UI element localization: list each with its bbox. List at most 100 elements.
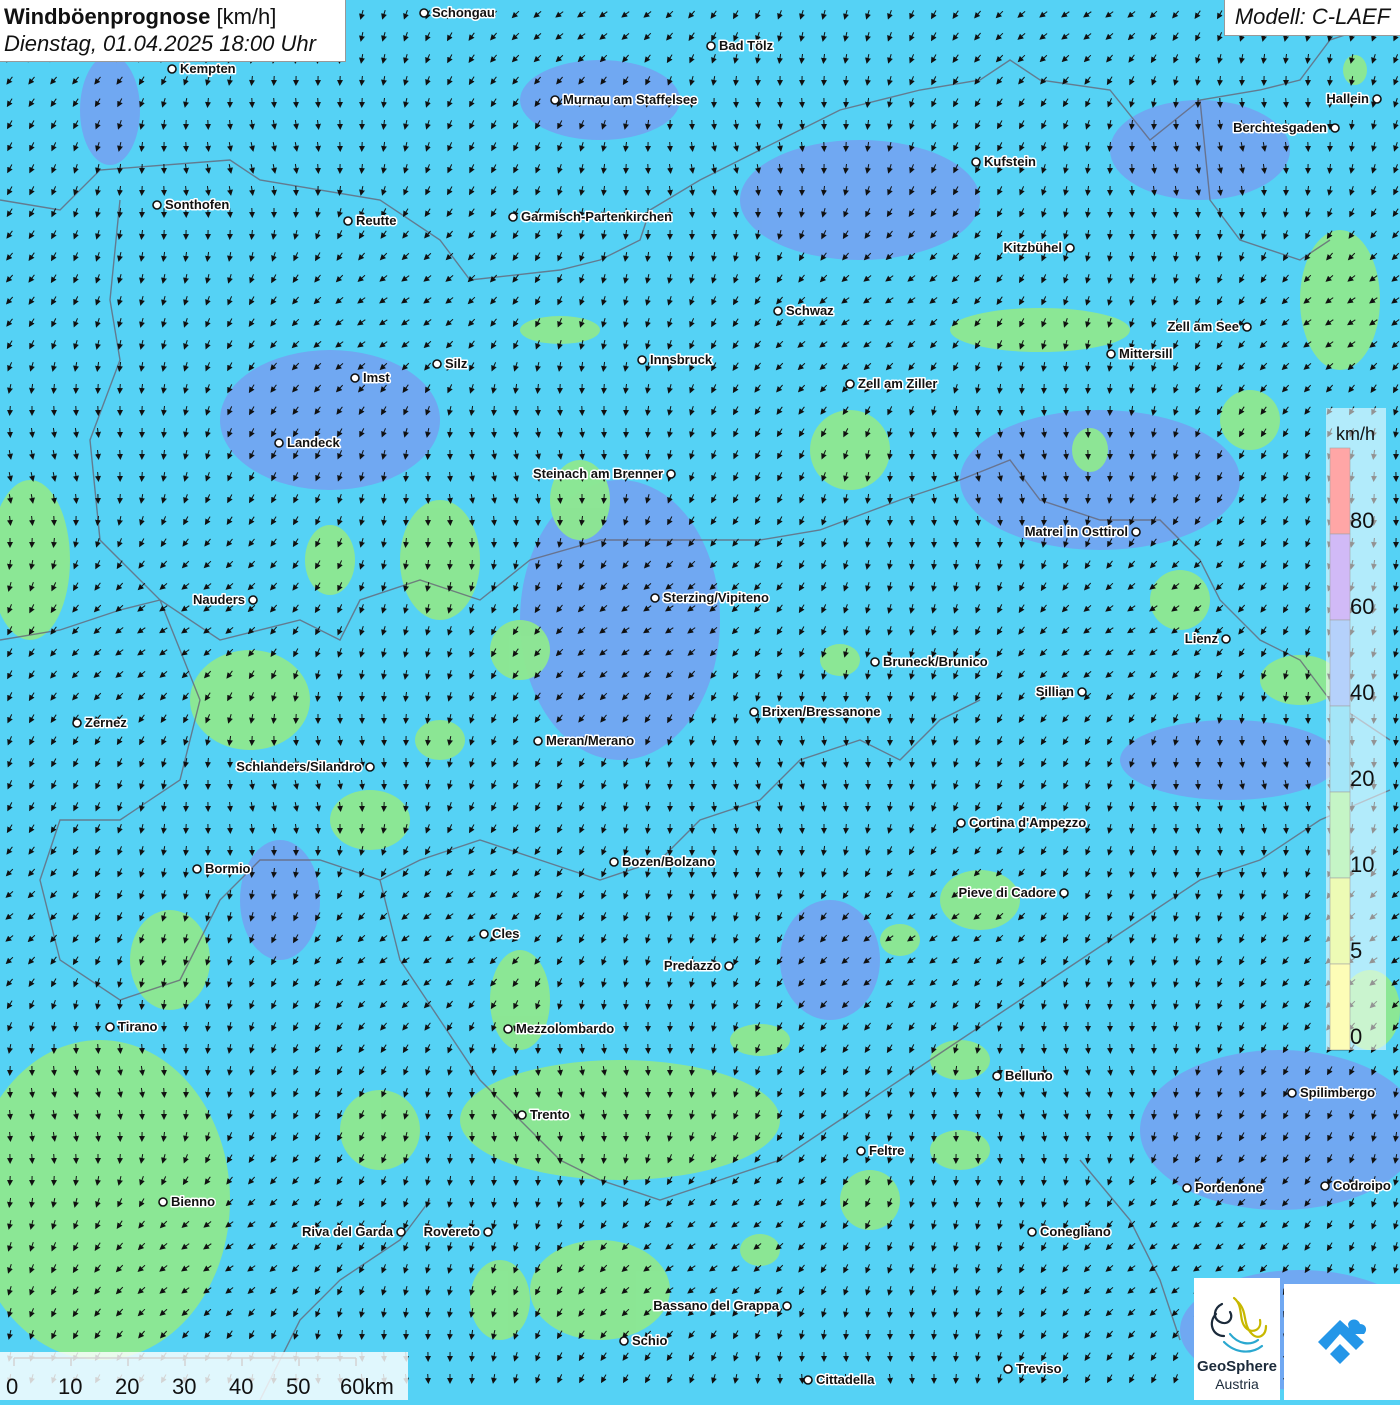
city-mezzolombardo: Mezzolombardo: [504, 1021, 614, 1036]
map-title: Windböenprognose [km/h]: [4, 4, 345, 30]
city-sterzing-vipiteno: Sterzing/Vipiteno: [651, 590, 769, 605]
city-marker-dot: [1004, 1365, 1012, 1373]
city-label: Mittersill: [1119, 346, 1172, 361]
scale-label-20: 20: [115, 1374, 139, 1400]
city-marker-dot: [1078, 688, 1086, 696]
city-marker-dot: [275, 439, 283, 447]
city-label: Treviso: [1016, 1361, 1062, 1376]
city-marker-dot: [1373, 95, 1381, 103]
city-bozen-bolzano: Bozen/Bolzano: [610, 854, 715, 869]
legend-label-20: 20: [1350, 766, 1374, 792]
city-marker-dot: [397, 1228, 405, 1236]
legend-label-0: 0: [1350, 1024, 1362, 1050]
legend-unit: km/h: [1336, 424, 1375, 445]
city-marker-dot: [1288, 1089, 1296, 1097]
city-marker-dot: [480, 930, 488, 938]
city-marker-dot: [518, 1111, 526, 1119]
city-label: Hallein: [1326, 91, 1369, 106]
partner-logo[interactable]: [1284, 1284, 1400, 1400]
city-schongau: Schongau: [420, 5, 495, 20]
city-bassano-del-grappa: Bassano del Grappa: [653, 1298, 791, 1313]
city-marker-dot: [509, 213, 517, 221]
city-label: Conegliano: [1040, 1224, 1111, 1239]
city-steinach-am-brenner: Steinach am Brenner: [533, 466, 675, 481]
city-label: Bad Tölz: [719, 38, 774, 53]
legend-label-40: 40: [1350, 680, 1374, 706]
city-marker-dot: [1321, 1182, 1329, 1190]
city-innsbruck: Innsbruck: [638, 352, 713, 367]
city-matrei-in-osttirol: Matrei in Osttirol: [1025, 524, 1140, 539]
legend-panel: km/h 80 60 40 20 10 5 0: [1326, 408, 1386, 1050]
city-marker-dot: [846, 380, 854, 388]
city-marker-dot: [193, 865, 201, 873]
city-label: Pieve di Cadore: [958, 885, 1056, 900]
city-marker-dot: [651, 594, 659, 602]
city-label: Schwaz: [786, 303, 834, 318]
city-label: Trento: [530, 1107, 570, 1122]
city-marker-dot: [159, 1198, 167, 1206]
city-berchtesgaden: Berchtesgaden: [1233, 120, 1339, 135]
city-marker-dot: [420, 9, 428, 17]
city-label: Innsbruck: [650, 352, 713, 367]
city-label: Spilimbergo: [1300, 1085, 1375, 1100]
city-label: Cittadella: [816, 1372, 875, 1387]
city-pordenone: Pordenone: [1183, 1180, 1263, 1195]
city-marker-dot: [249, 596, 257, 604]
city-marker-dot: [1183, 1184, 1191, 1192]
city-marker-dot: [610, 858, 618, 866]
legend-label-5: 5: [1350, 938, 1362, 964]
city-label: Mezzolombardo: [516, 1021, 614, 1036]
city-label: Landeck: [287, 435, 341, 450]
city-murnau-am-staffelsee: Murnau am Staffelsee: [551, 92, 697, 107]
scale-label-40: 40: [229, 1374, 253, 1400]
city-marker-dot: [534, 737, 542, 745]
city-label: Murnau am Staffelsee: [563, 92, 697, 107]
scale-label-30: 30: [172, 1374, 196, 1400]
city-schlanders-silandro: Schlanders/Silandro: [236, 759, 374, 774]
city-label: Rovereto: [424, 1224, 480, 1239]
city-marker-dot: [1243, 323, 1251, 331]
city-marker-dot: [1107, 350, 1115, 358]
city-marker-dot: [638, 356, 646, 364]
city-marker-dot: [351, 374, 359, 382]
city-label: Schio: [632, 1333, 667, 1348]
scale-label-50: 50: [286, 1374, 310, 1400]
city-label: Pordenone: [1195, 1180, 1263, 1195]
city-label: Schongau: [432, 5, 495, 20]
geosphere-logo[interactable]: GeoSphere Austria: [1194, 1278, 1280, 1400]
city-label: Bruneck/Brunico: [883, 654, 988, 669]
wind-gust-map[interactable]: SchongauBad TölzKemptenMurnau am Staffel…: [0, 0, 1400, 1400]
city-marker-dot: [1222, 635, 1230, 643]
city-label: Meran/Merano: [546, 733, 634, 748]
city-marker-dot: [871, 658, 879, 666]
city-marker-dot: [774, 307, 782, 315]
scale-bar: 0 10 20 30 40 50 60km: [0, 1352, 408, 1400]
city-label: Cortina d'Ampezzo: [969, 815, 1086, 830]
city-label: Kitzbühel: [1004, 240, 1063, 255]
city-label: Steinach am Brenner: [533, 466, 663, 481]
city-pieve-di-cadore: Pieve di Cadore: [958, 885, 1068, 900]
city-marker-dot: [707, 42, 715, 50]
city-cortina-d-ampezzo: Cortina d'Ampezzo: [957, 815, 1086, 830]
city-label: Berchtesgaden: [1233, 120, 1327, 135]
city-marker-dot: [993, 1072, 1001, 1080]
title-box: Windböenprognose [km/h] Dienstag, 01.04.…: [0, 0, 346, 62]
city-marker-dot: [1028, 1228, 1036, 1236]
city-label: Codroipo: [1333, 1178, 1391, 1193]
city-marker-dot: [366, 763, 374, 771]
city-label: Bozen/Bolzano: [622, 854, 715, 869]
city-label: Sillian: [1036, 684, 1074, 699]
city-label: Garmisch-Partenkirchen: [521, 209, 672, 224]
city-marker-dot: [73, 719, 81, 727]
city-marker-dot: [783, 1302, 791, 1310]
legend-label-80: 80: [1350, 508, 1374, 534]
city-marker-dot: [957, 819, 965, 827]
city-label: Cles: [492, 926, 519, 941]
city-marker-dot: [620, 1337, 628, 1345]
city-conegliano: Conegliano: [1028, 1224, 1111, 1239]
city-marker-dot: [504, 1025, 512, 1033]
city-marker-dot: [857, 1147, 865, 1155]
scale-label-0: 0: [6, 1374, 18, 1400]
city-bruneck-brunico: Bruneck/Brunico: [871, 654, 988, 669]
logo-name-line2: Austria: [1194, 1376, 1280, 1392]
